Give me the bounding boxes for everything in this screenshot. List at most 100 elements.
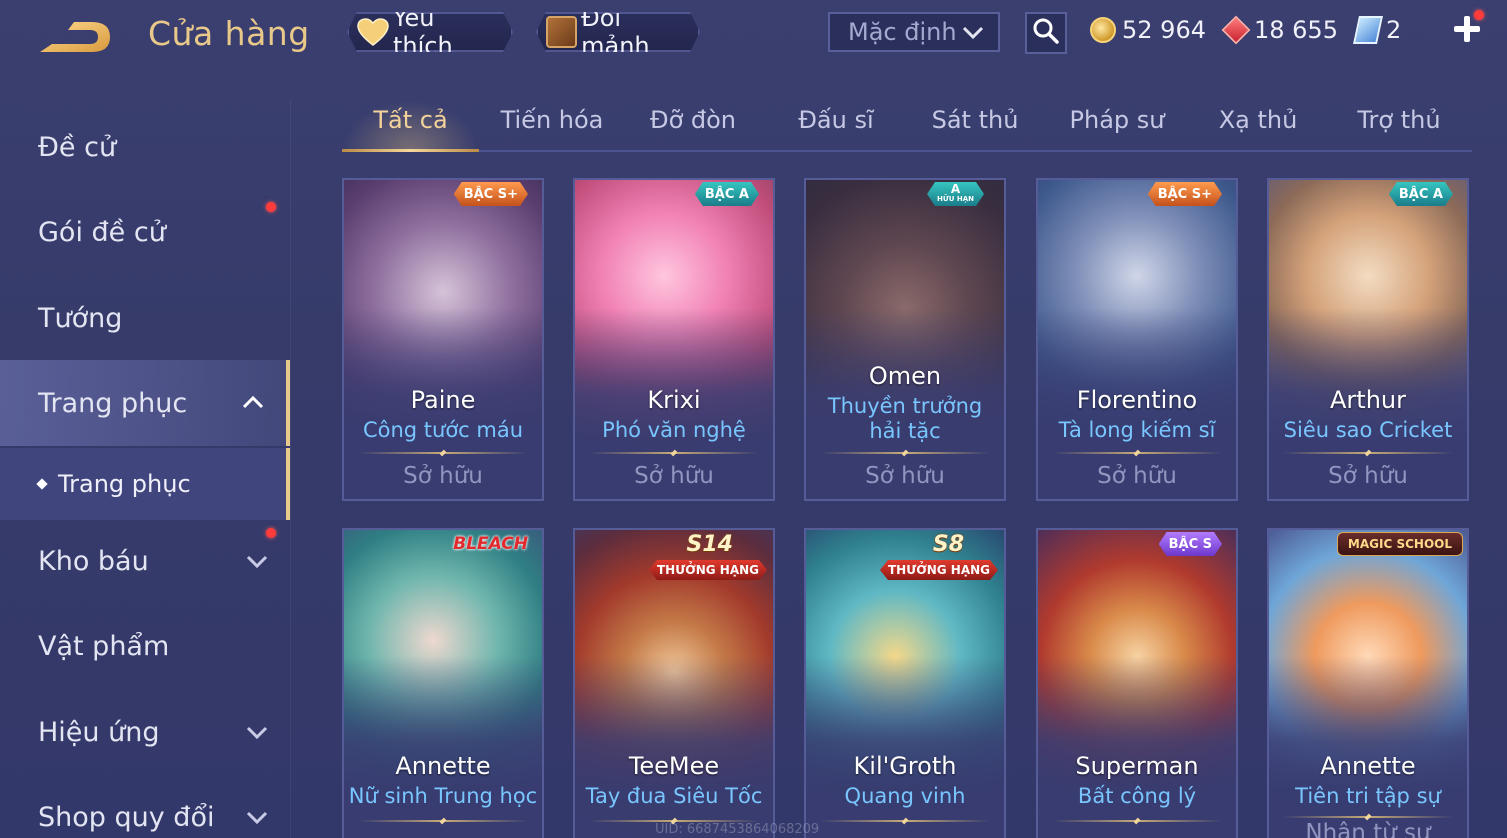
favorites-label: Yêu thích xyxy=(393,4,453,60)
skin-card[interactable]: BẬC A Krixi Phó văn nghệ Sở hữu xyxy=(573,178,775,501)
tab-assassin[interactable]: Sát thủ xyxy=(912,106,1038,134)
card-separator xyxy=(820,452,990,454)
gold-value: 52 964 xyxy=(1122,16,1206,44)
uid-watermark: UID: 6687453864068209 xyxy=(655,822,820,837)
gem-balance: 18 655 xyxy=(1221,15,1338,45)
skin-name: Thuyền trưởng hải tặc xyxy=(827,394,983,443)
owned-status: Sở hữu xyxy=(634,463,714,489)
card-shade xyxy=(575,656,773,838)
tab-evolution[interactable]: Tiến hóa xyxy=(482,106,622,134)
sidebar-item-exchange-shop[interactable]: Shop quy đổi xyxy=(0,774,290,838)
sidebar-item-skins[interactable]: Trang phục xyxy=(0,360,290,446)
skin-card[interactable]: BẬC S Superman Bất công lý xyxy=(1036,528,1238,838)
skin-name: Tay đua Siêu Tốc xyxy=(585,784,763,808)
notification-dot xyxy=(1474,10,1484,20)
chevron-up-icon xyxy=(242,390,264,412)
sort-dropdown[interactable]: Mặc định xyxy=(828,12,1000,52)
skin-card[interactable]: S8 THƯỞNG HẠNG Kil'Groth Quang vinh xyxy=(804,528,1006,838)
sidebar-item-effects[interactable]: Hiệu ứng xyxy=(0,689,290,775)
card-separator xyxy=(1052,820,1222,822)
sidebar-item-recommended-packs[interactable]: Gói đề cử xyxy=(0,189,290,275)
tab-mage[interactable]: Pháp sư xyxy=(1052,106,1182,134)
rank-reward-badge: THƯỞNG HẠNG xyxy=(649,560,767,580)
sidebar-subitem-label: Trang phục xyxy=(58,470,191,498)
skin-name: Tiên tri tập sự xyxy=(1295,784,1441,808)
sidebar-item-heroes[interactable]: Tướng xyxy=(0,275,290,361)
ticket-icon xyxy=(1352,16,1383,44)
tab-all[interactable]: Tất cả xyxy=(342,106,479,134)
skin-card[interactable]: BLEACH Annette Nữ sinh Trung học xyxy=(342,528,544,838)
category-tabs: Tất cả Tiến hóa Đỡ đòn Đấu sĩ Sát thủ Ph… xyxy=(342,100,1472,152)
hero-name: Krixi xyxy=(647,386,701,414)
heart-icon xyxy=(357,18,389,46)
card-shade xyxy=(1269,656,1467,838)
owned-status: Sở hữu xyxy=(403,463,483,489)
tab-fighter[interactable]: Đấu sĩ xyxy=(772,106,900,134)
hero-name: Superman xyxy=(1075,752,1199,780)
sidebar-divider xyxy=(290,100,291,838)
magic-school-logo-badge: MAGIC SCHOOL xyxy=(1336,532,1463,556)
owned-status: Sở hữu xyxy=(1328,463,1408,489)
sidebar-item-label: Đề cử xyxy=(38,131,117,163)
gem-value: 18 655 xyxy=(1253,16,1338,44)
tab-marksman[interactable]: Xạ thủ xyxy=(1192,106,1324,134)
owned-status: Sở hữu xyxy=(865,463,945,489)
hero-name: TeeMee xyxy=(628,752,720,780)
skin-name: Phó văn nghệ xyxy=(602,418,746,442)
gold-coin-icon xyxy=(1090,17,1116,43)
skin-name: Tà long kiếm sĩ xyxy=(1058,418,1216,442)
sidebar-subitem-skins[interactable]: Trang phục xyxy=(0,448,290,520)
favorites-button[interactable]: Yêu thích xyxy=(347,12,513,52)
skin-card[interactable]: MAGIC SCHOOL Annette Tiên tri tập sự Nhậ… xyxy=(1267,528,1469,838)
hero-name: Annette xyxy=(395,752,491,780)
active-tab-underline xyxy=(342,149,479,152)
hero-name: Omen xyxy=(868,362,942,390)
tab-tank[interactable]: Đỡ đòn xyxy=(627,106,759,134)
skin-card[interactable]: A HỮU HẠN Omen Thuyền trưởng hải tặc Sở … xyxy=(804,178,1006,501)
skin-card[interactable]: BẬC S+ Florentino Tà long kiếm sĩ Sở hữu xyxy=(1036,178,1238,501)
tier-badge: BẬC A xyxy=(1389,182,1453,206)
sidebar-item-label: Hiệu ứng xyxy=(38,716,160,748)
season-label: S8 xyxy=(932,532,964,557)
card-separator xyxy=(820,820,990,822)
chevron-down-icon xyxy=(246,804,268,826)
card-separator xyxy=(358,452,528,454)
skin-name: Bất công lý xyxy=(1077,784,1197,808)
skin-name: Nữ sinh Trung học xyxy=(348,784,538,808)
chevron-down-icon xyxy=(246,548,268,570)
sidebar-item-recommended[interactable]: Đề cử xyxy=(0,104,290,190)
tab-support[interactable]: Trợ thủ xyxy=(1334,106,1464,134)
gold-balance: 52 964 xyxy=(1090,16,1206,44)
notification-dot xyxy=(266,528,276,538)
exchange-shards-button[interactable]: Đổi mảnh xyxy=(536,12,700,52)
skin-name: Công tước máu xyxy=(362,418,524,442)
skin-card[interactable]: BẬC S+ Paine Công tước máu Sở hữu xyxy=(342,178,544,501)
chest-icon xyxy=(546,16,577,48)
back-arrow-icon[interactable] xyxy=(38,18,114,58)
season-label: S14 xyxy=(686,532,733,557)
sidebar-item-label: Trang phục xyxy=(38,387,188,419)
card-shade xyxy=(806,656,1004,838)
card-separator xyxy=(1052,452,1222,454)
skin-name: Quang vinh xyxy=(844,784,966,808)
skin-card[interactable]: S14 THƯỞNG HẠNG TeeMee Tay đua Siêu Tốc xyxy=(573,528,775,838)
ticket-balance: 2 xyxy=(1352,16,1401,44)
tier-badge: BẬC A xyxy=(695,182,759,206)
hero-name: Annette xyxy=(1320,752,1416,780)
card-shade xyxy=(1038,656,1236,838)
tier-badge: BẬC S+ xyxy=(1148,182,1222,206)
search-button[interactable] xyxy=(1025,12,1067,54)
bleach-logo-badge: BLEACH xyxy=(453,534,528,554)
sidebar-item-label: Gói đề cử xyxy=(38,216,166,248)
tier-badge: BẬC S xyxy=(1159,532,1222,556)
sidebar-item-label: Tướng xyxy=(38,302,123,334)
owned-status: Sở hữu xyxy=(1097,463,1177,489)
skin-card[interactable]: BẬC A Arthur Siêu sao Cricket Sở hữu xyxy=(1267,178,1469,501)
notification-dot xyxy=(266,202,276,212)
sidebar-item-label: Vật phẩm xyxy=(38,630,170,662)
sort-dropdown-value: Mặc định xyxy=(848,18,957,46)
sidebar-item-items[interactable]: Vật phẩm xyxy=(0,603,290,689)
skin-name: Siêu sao Cricket xyxy=(1283,418,1453,442)
sidebar-item-treasure[interactable]: Kho báu xyxy=(0,518,290,604)
hero-name: Kil'Groth xyxy=(853,752,957,780)
